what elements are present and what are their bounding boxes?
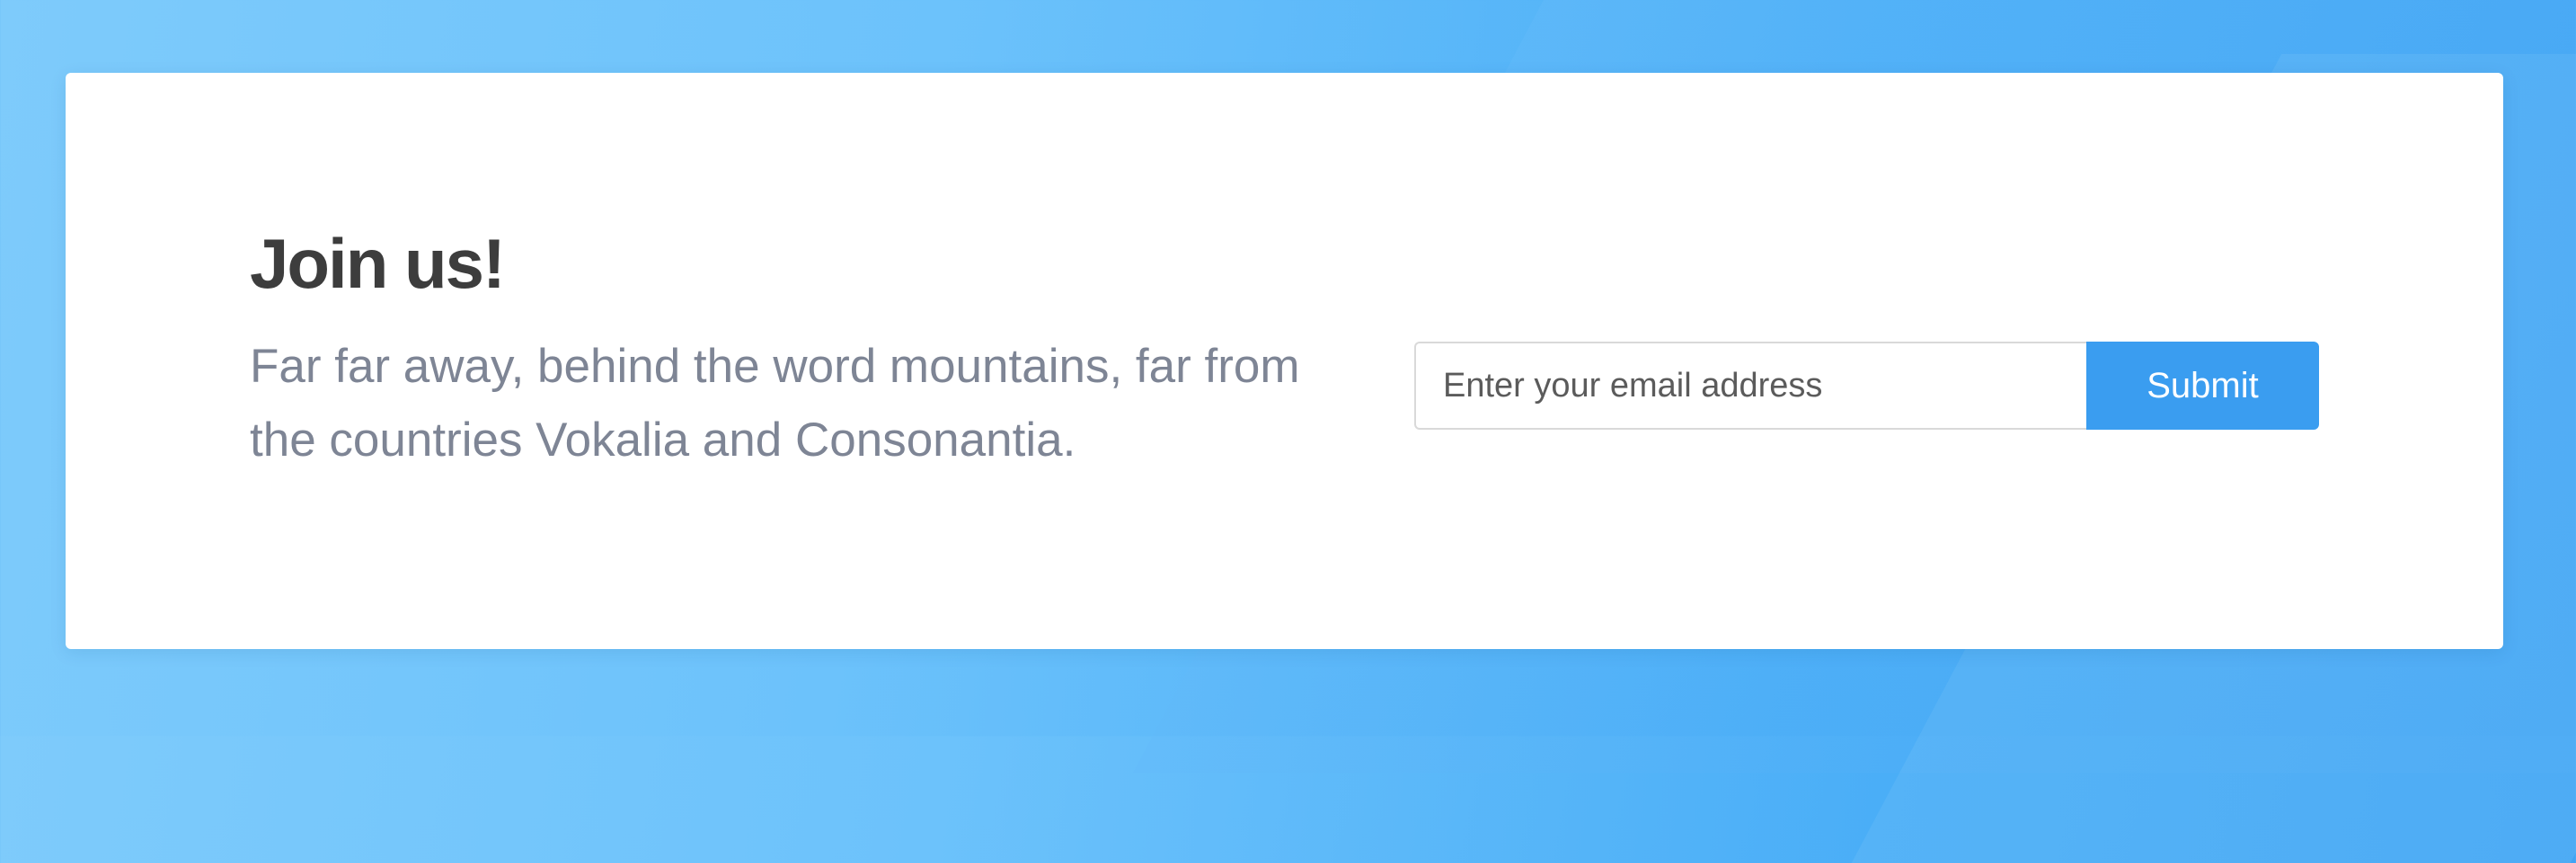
signup-description: Far far away, behind the word mountains,… (250, 339, 1300, 467)
signup-card: Join us! Far far away, behind the word m… (66, 73, 2503, 649)
signup-text-block: Join us! Far far away, behind the word m… (250, 224, 1418, 477)
email-input[interactable] (1414, 342, 2086, 430)
signup-title: Join us! (250, 224, 506, 303)
submit-button[interactable]: Submit (2086, 342, 2319, 430)
signup-form: Submit (1414, 342, 2319, 430)
